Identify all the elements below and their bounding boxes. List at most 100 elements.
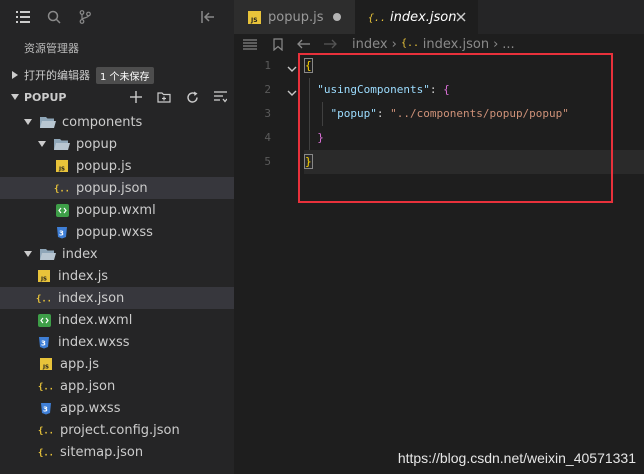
chevron-down-icon [10,94,20,100]
tree-item-label: components [62,114,143,130]
chevron-down-icon[interactable] [22,248,34,260]
tree-item-label: popup.wxss [76,224,153,240]
tree-item-label: sitemap.json [60,444,144,460]
wxss-file-icon: 3 [54,224,70,240]
new-file-icon[interactable] [128,89,144,105]
tree-item-app-js[interactable]: JS app.js [0,353,234,375]
tree-item-app-json[interactable]: {..} app.json [0,375,234,397]
wxss-file-icon: 3 [38,400,54,416]
forward-arrow-icon[interactable] [322,36,338,52]
line-number: 2 [264,83,271,96]
tree-item-label: index.js [58,268,109,284]
source-control-icon[interactable] [76,8,94,26]
fold-chevron-icon[interactable] [286,60,298,72]
js-file-icon: JS [36,268,52,284]
json-file-icon: {..} [36,290,52,306]
breadcrumb-folder[interactable]: index [352,37,388,52]
editor-tabs: JS popup.js {..} index.json [234,0,644,34]
tab-label: popup.js [268,9,324,25]
tree-item-popup-json[interactable]: {..} popup.json [0,177,234,199]
tab-index-json[interactable]: {..} index.json [356,0,478,34]
tree-item-label: app.wxss [60,400,121,416]
tree-item-index-wxss[interactable]: 3 index.wxss [0,331,234,353]
tree-item-index-wxml[interactable]: index.wxml [0,309,234,331]
tree-item-label: index.json [58,290,125,306]
project-actions [116,89,228,105]
tree-item-label: popup.wxml [76,202,156,218]
watermark: https://blog.csdn.net/weixin_40571331 [397,450,636,466]
project-section[interactable]: POPUP [0,86,234,108]
tree-item-popup[interactable]: popup [0,133,234,155]
tree-item-components[interactable]: components [0,111,234,133]
open-editors-section[interactable]: 打开的编辑器 1 个未保存 [0,64,234,86]
tree-item-sitemap-json[interactable]: {..} sitemap.json [0,441,234,463]
breadcrumb-file[interactable]: index.json [423,37,489,52]
tree-item-index[interactable]: index [0,243,234,265]
tree-item-project-config-json[interactable]: {..} project.config.json [0,419,234,441]
collapse-panel-icon[interactable] [199,8,217,26]
annotation-highlight-box [298,53,613,203]
file-tree: components popup JS popup.js {..} popup.json p… [0,111,234,463]
tab-popup-js[interactable]: JS popup.js [234,0,356,34]
json-file-icon: {..} [38,422,54,438]
tree-item-label: app.json [60,378,116,394]
tree-item-index-js[interactable]: JS index.js [0,265,234,287]
tree-item-popup-wxss[interactable]: 3 popup.wxss [0,221,234,243]
chevron-right-icon: › [493,36,499,52]
close-icon[interactable] [454,10,468,24]
collapse-all-icon[interactable] [212,89,228,105]
tree-item-label: popup.js [76,158,132,174]
tree-item-app-wxss[interactable]: 3 app.wxss [0,397,234,419]
refresh-icon[interactable] [184,89,200,105]
folder-open-icon [40,246,56,262]
tree-item-label: index [62,246,98,262]
chevron-right-icon [10,71,20,79]
svg-text:3: 3 [41,339,46,347]
tree-item-label: index.wxml [58,312,133,328]
line-number: 4 [264,131,271,144]
svg-text:{..}: {..} [368,13,384,23]
sidebar-title: 资源管理器 [24,42,79,55]
new-folder-icon[interactable] [156,89,172,105]
components-folder-icon [40,114,56,130]
chevron-down-icon[interactable] [22,116,34,128]
tree-item-label: project.config.json [60,422,180,438]
svg-text:{..}: {..} [54,185,70,194]
tree-item-popup-js[interactable]: JS popup.js [0,155,234,177]
open-editors-label: 打开的编辑器 [24,69,90,82]
sidebar-toolbar [0,0,234,34]
svg-text:3: 3 [59,229,64,237]
outline-list-icon[interactable] [242,36,258,52]
json-file-icon: {..} [368,9,384,25]
bookmark-icon[interactable] [270,36,286,52]
fold-chevron-icon[interactable] [286,84,298,96]
chevron-down-icon[interactable] [36,138,48,150]
line-number: 1 [264,59,271,72]
unsaved-dot-icon[interactable] [333,13,341,21]
svg-text:JS: JS [42,365,49,371]
tree-item-index-json[interactable]: {..} index.json [0,287,234,309]
project-label: POPUP [24,90,67,104]
svg-text:3: 3 [43,405,48,413]
breadcrumb-more[interactable]: ... [502,37,514,52]
tree-item-label: popup [76,136,117,152]
tree-item-label: app.js [60,356,99,372]
chevron-right-icon: › [391,36,397,52]
svg-text:{..}: {..} [38,449,54,458]
svg-text:{..}: {..} [36,295,52,304]
back-arrow-icon[interactable] [296,36,312,52]
json-file-icon: {..} [401,36,425,52]
json-file-icon: {..} [38,444,54,460]
list-icon[interactable] [14,8,32,26]
wxss-file-icon: 3 [36,334,52,350]
tree-item-label: popup.json [76,180,148,196]
tree-item-label: index.wxss [58,334,130,350]
wxml-file-icon [54,202,70,218]
explorer-sidebar: 资源管理器 打开的编辑器 1 个未保存 POPUP components pop… [0,0,234,474]
svg-text:{..}: {..} [38,427,54,436]
tree-item-popup-wxml[interactable]: popup.wxml [0,199,234,221]
js-file-icon: JS [246,9,262,25]
search-icon[interactable] [45,8,63,26]
svg-text:JS: JS [250,17,258,24]
folder-open-icon [54,136,70,152]
